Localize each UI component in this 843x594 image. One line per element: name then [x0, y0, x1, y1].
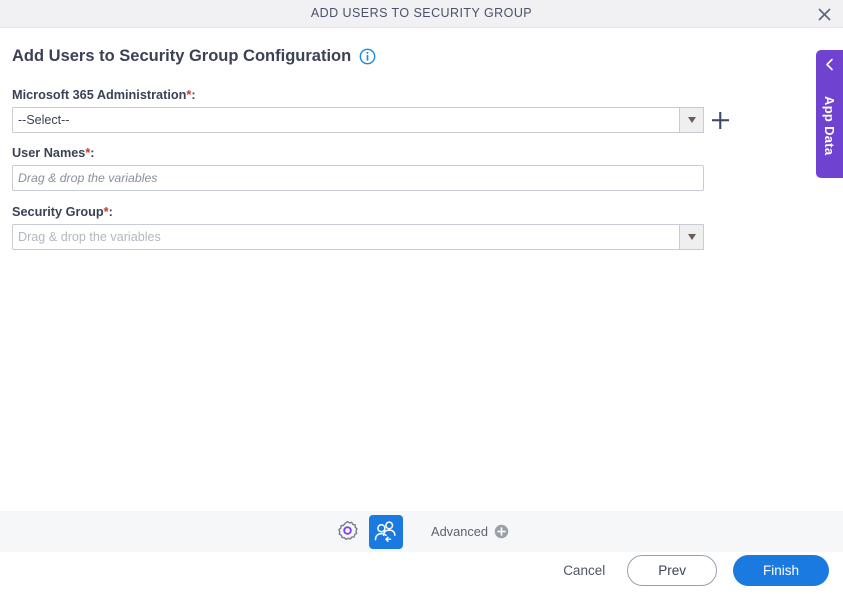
user-names-input[interactable]: Drag & drop the variables: [12, 165, 704, 191]
page-heading: Add Users to Security Group Configuratio…: [12, 47, 376, 66]
chevron-left-icon: [824, 58, 835, 71]
app-data-chevron: [816, 58, 843, 71]
bottom-toolbar: Advanced: [0, 511, 843, 552]
window-title: ADD USERS TO SECURITY GROUP: [0, 0, 843, 27]
app-data-label: App Data: [816, 80, 843, 172]
label-microsoft-365-administration: Microsoft 365 Administration*:: [12, 88, 196, 102]
page-title: Add Users to Security Group Configuratio…: [12, 47, 351, 66]
close-icon: [817, 7, 832, 22]
cancel-button[interactable]: Cancel: [557, 559, 611, 582]
chevron-down-icon: [688, 234, 696, 240]
select-value: --Select--: [18, 113, 69, 127]
dialog-footer: Cancel Prev Finish: [557, 555, 829, 586]
finish-button[interactable]: Finish: [733, 555, 829, 586]
label-colon: :: [191, 88, 195, 102]
app-data-tab[interactable]: App Data: [816, 50, 843, 178]
label-security-group: Security Group*:: [12, 205, 113, 219]
dropdown-arrow-button[interactable]: [679, 107, 704, 133]
label-text: User Names: [12, 146, 85, 160]
info-icon[interactable]: [359, 48, 376, 65]
window-title-bar: ADD USERS TO SECURITY GROUP: [0, 0, 843, 28]
add-user-activity-button[interactable]: [369, 515, 403, 549]
add-user-icon: [374, 521, 398, 543]
security-group-placeholder: Drag & drop the variables: [18, 230, 161, 244]
security-group-select[interactable]: Drag & drop the variables: [12, 224, 704, 250]
advanced-button[interactable]: Advanced: [431, 524, 509, 539]
label-user-names: User Names*:: [12, 146, 95, 160]
close-button[interactable]: [813, 3, 835, 25]
chevron-down-icon: [688, 117, 696, 123]
label-text: Microsoft 365 Administration: [12, 88, 186, 102]
add-administration-button[interactable]: [711, 111, 730, 130]
gear-icon: [336, 520, 359, 543]
user-names-placeholder: Drag & drop the variables: [18, 171, 157, 185]
label-colon: :: [109, 205, 113, 219]
label-text: Security Group: [12, 205, 104, 219]
plus-circle-icon[interactable]: [494, 524, 509, 539]
prev-button[interactable]: Prev: [627, 555, 717, 586]
advanced-label: Advanced: [431, 524, 488, 539]
plus-icon: [712, 112, 729, 129]
microsoft-365-administration-select[interactable]: --Select--: [12, 107, 704, 133]
dropdown-arrow-button[interactable]: [679, 224, 704, 250]
label-colon: :: [90, 146, 94, 160]
settings-button[interactable]: [334, 519, 360, 545]
